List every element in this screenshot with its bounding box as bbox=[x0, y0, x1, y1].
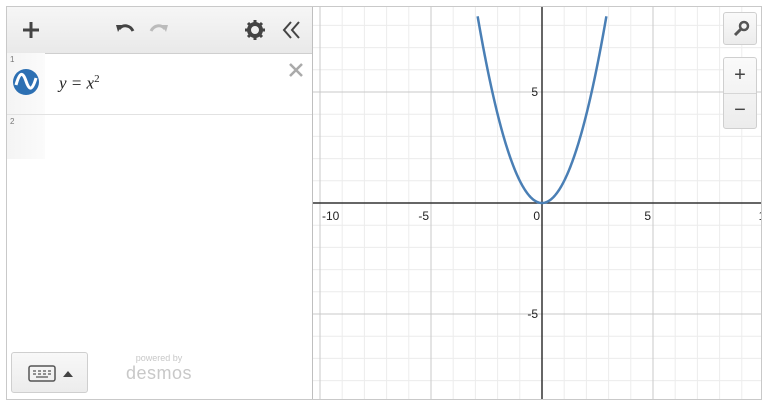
x-tick-label: -10 bbox=[322, 209, 340, 223]
y-tick-label: -5 bbox=[527, 307, 538, 321]
x-tick-label: 10 bbox=[759, 209, 761, 223]
zoom-out-button[interactable]: − bbox=[724, 94, 756, 128]
undo-button[interactable] bbox=[111, 16, 139, 44]
expression-row[interactable]: 1 y = x2 bbox=[7, 53, 312, 115]
powered-by-label: powered by bbox=[135, 353, 183, 363]
redo-button[interactable] bbox=[145, 16, 173, 44]
expression-index: 2 bbox=[10, 117, 15, 126]
expression-math[interactable]: y = x2 bbox=[59, 73, 100, 94]
double-chevron-left-icon bbox=[282, 21, 300, 39]
expression-toolbar bbox=[7, 7, 312, 54]
brand-logo-text: desmos bbox=[125, 363, 193, 383]
expression-panel: 1 y = x2 2 powered by desmos bbox=[7, 7, 313, 399]
graph-canvas[interactable]: -10 -5 0 5 10 5 -5 bbox=[313, 7, 761, 399]
x-tick-label: 0 bbox=[533, 209, 540, 223]
collapse-panel-button[interactable] bbox=[277, 16, 305, 44]
powered-by-desmos: powered by desmos bbox=[119, 353, 199, 384]
y-tick-label: 5 bbox=[531, 85, 538, 99]
close-icon[interactable] bbox=[287, 61, 305, 79]
x-tick-label: 5 bbox=[644, 209, 651, 223]
x-tick-label: -5 bbox=[418, 209, 429, 223]
settings-button[interactable] bbox=[241, 16, 269, 44]
add-expression-button[interactable] bbox=[17, 16, 45, 44]
gear-icon bbox=[245, 20, 265, 40]
expression-index: 1 bbox=[10, 55, 15, 64]
graph-paper[interactable]: -10 -5 0 5 10 5 -5 + − bbox=[313, 7, 761, 399]
expression-exponent: 2 bbox=[94, 73, 100, 85]
zoom-controls: + − bbox=[723, 57, 757, 129]
graph-color-icon[interactable] bbox=[12, 68, 40, 96]
keyboard-icon bbox=[28, 365, 73, 382]
plus-icon bbox=[23, 22, 39, 38]
expression-base: y = x bbox=[59, 73, 95, 93]
graph-settings-button[interactable] bbox=[723, 12, 757, 45]
zoom-in-button[interactable]: + bbox=[724, 58, 756, 94]
redo-icon bbox=[149, 24, 168, 32]
undo-icon bbox=[116, 24, 135, 32]
keyboard-toggle-button[interactable] bbox=[11, 352, 88, 393]
desmos-calculator: 1 y = x2 2 powered by desmos -10 -5 0 5 … bbox=[6, 6, 762, 400]
expression-row-empty[interactable]: 2 bbox=[7, 115, 312, 159]
wrench-icon bbox=[733, 20, 750, 37]
